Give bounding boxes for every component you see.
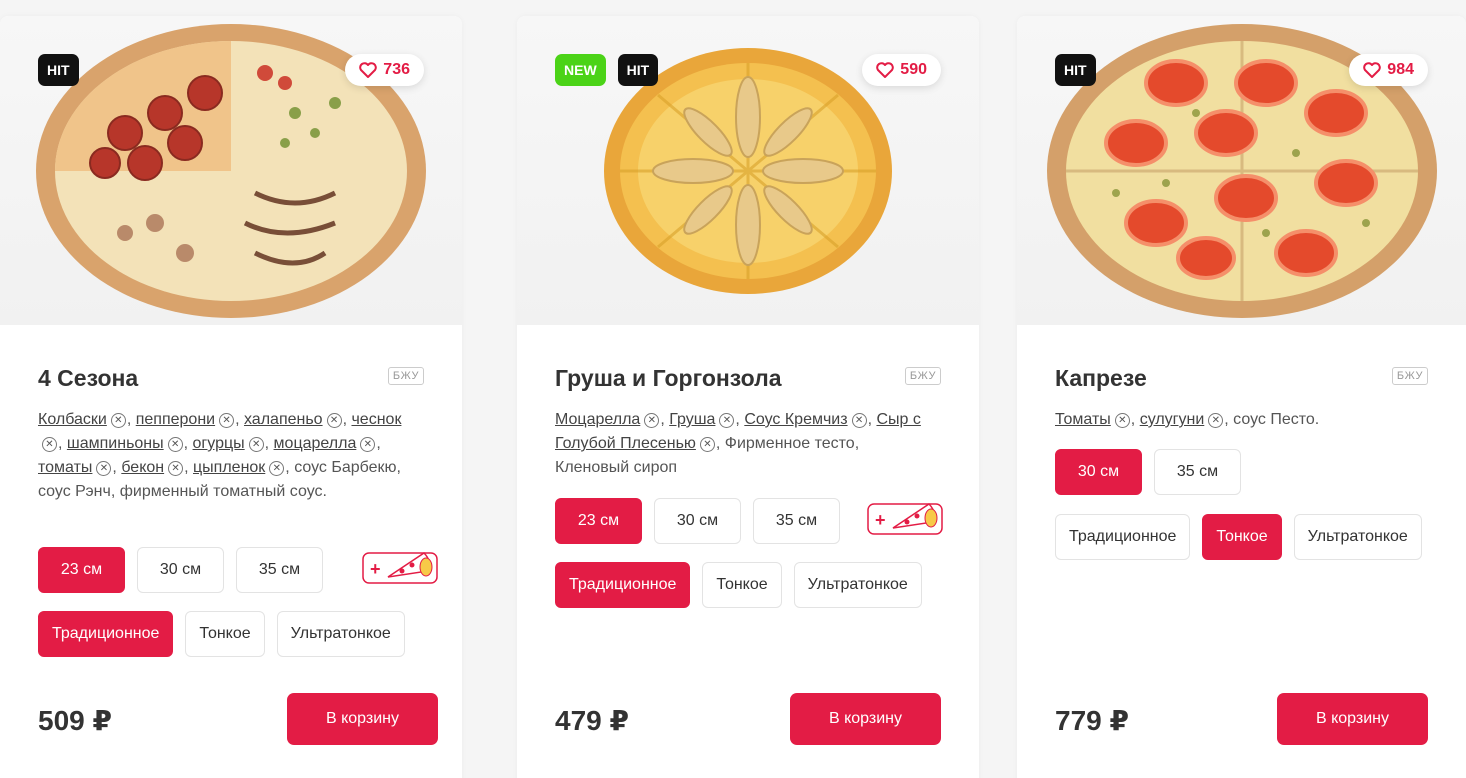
hit-badge: HIT	[38, 54, 79, 86]
price: 509 ₽	[38, 705, 112, 736]
heart-icon	[876, 62, 895, 78]
size-selector: 23 см 30 см 35 см	[38, 547, 323, 593]
dough-option-ultrathin[interactable]: Ультратонкое	[1293, 514, 1422, 560]
size-option-35[interactable]: 35 см	[236, 547, 323, 593]
svg-text:+: +	[370, 559, 381, 579]
size-option-30[interactable]: 30 см	[654, 498, 741, 544]
add-to-cart-button[interactable]: В корзину	[287, 693, 438, 745]
remove-ingredient-icon[interactable]: ✕	[1208, 413, 1224, 428]
remove-ingredient-icon[interactable]: ✕	[644, 413, 660, 428]
add-to-cart-button[interactable]: В корзину	[790, 693, 941, 745]
dough-selector: Традиционное Тонкое Ультратонкое	[555, 562, 922, 608]
dough-option-thin[interactable]: Тонкое	[1202, 514, 1282, 560]
hit-badge: HIT	[1055, 54, 1096, 86]
badges: HIT	[1055, 54, 1096, 86]
ingredients: Моцарелла ✕, Груша ✕, Соус Кремчиз ✕, Сыр с…	[555, 411, 921, 476]
remove-ingredient-icon[interactable]: ✕	[1114, 413, 1130, 428]
dough-option-thin[interactable]: Тонкое	[185, 611, 265, 657]
nutrition-button[interactable]: БЖУ	[387, 367, 424, 385]
fixed-ingredients: соус Песто.	[1233, 411, 1320, 428]
size-option-30[interactable]: 30 см	[137, 547, 224, 593]
remove-ingredient-icon[interactable]: ✕	[360, 437, 376, 452]
ingredient[interactable]: бекон	[121, 459, 164, 476]
dough-option-traditional[interactable]: Традиционное	[1055, 514, 1191, 560]
dough-selector: Традиционное Тонкое Ультратонкое	[1055, 514, 1422, 560]
price: 779 ₽	[1055, 705, 1129, 736]
new-badge: NEW	[555, 54, 606, 86]
size-option-35[interactable]: 35 см	[753, 498, 840, 544]
like-button[interactable]: 736	[345, 54, 424, 86]
add-to-cart-button[interactable]: В корзину	[1277, 693, 1428, 745]
hit-badge: HIT	[617, 54, 659, 86]
remove-ingredient-icon[interactable]: ✕	[699, 437, 715, 452]
remove-ingredient-icon[interactable]: ✕	[96, 461, 112, 476]
like-button[interactable]: 984	[1349, 54, 1428, 86]
ingredient[interactable]: пепперони	[136, 411, 215, 428]
size-selector: 23 см 30 см 35 см	[555, 498, 840, 544]
ingredient[interactable]: Томаты	[1055, 411, 1111, 428]
like-count: 590	[900, 61, 927, 78]
size-option-23[interactable]: 23 см	[38, 547, 125, 593]
badges: HIT	[38, 54, 79, 86]
ingredients: Томаты ✕, сулугуни ✕, соус Песто.	[1055, 411, 1320, 428]
size-option-30[interactable]: 30 см	[1055, 449, 1142, 495]
price: 479 ₽	[555, 705, 629, 736]
nutrition-button[interactable]: БЖУ	[904, 367, 941, 385]
product-card: NEW HIT 590 Груша и Горгонзола БЖУ Моцар…	[517, 16, 979, 778]
dough-option-ultrathin[interactable]: Ультратонкое	[276, 611, 405, 657]
ingredient[interactable]: сулугуни	[1140, 411, 1205, 428]
badges: NEW HIT	[555, 54, 659, 86]
remove-ingredient-icon[interactable]: ✕	[269, 461, 285, 476]
like-button[interactable]: 590	[862, 54, 941, 86]
product-title: Капрезе	[1055, 365, 1147, 391]
size-option-35[interactable]: 35 см	[1154, 449, 1241, 495]
product-title: Груша и Горгонзола	[555, 365, 782, 391]
ingredient[interactable]: чеснок	[351, 411, 401, 428]
remove-ingredient-icon[interactable]: ✕	[248, 437, 264, 452]
ingredient[interactable]: Моцарелла	[555, 411, 640, 428]
add-cheese-crust-icon[interactable]: +	[362, 547, 438, 589]
ingredient[interactable]: Груша	[669, 411, 715, 428]
ingredient[interactable]: цыпленок	[193, 459, 265, 476]
ingredient[interactable]: Соус Кремчиз	[744, 411, 847, 428]
dough-option-traditional[interactable]: Традиционное	[555, 562, 691, 608]
remove-ingredient-icon[interactable]: ✕	[719, 413, 735, 428]
dough-selector: Традиционное Тонкое Ультратонкое	[38, 611, 405, 657]
remove-ingredient-icon[interactable]: ✕	[168, 461, 184, 476]
product-title: 4 Сезона	[38, 365, 139, 391]
size-option-23[interactable]: 23 см	[555, 498, 642, 544]
product-card: HIT 736 4 Сезона БЖУ Колбаски ✕, пепперон…	[0, 16, 462, 778]
remove-ingredient-icon[interactable]: ✕	[167, 437, 183, 452]
ingredient[interactable]: халапеньо	[244, 411, 323, 428]
heart-icon	[1363, 62, 1382, 78]
dough-option-ultrathin[interactable]: Ультратонкое	[793, 562, 922, 608]
ingredient[interactable]: Колбаски	[38, 411, 107, 428]
remove-ingredient-icon[interactable]: ✕	[42, 437, 57, 452]
remove-ingredient-icon[interactable]: ✕	[851, 413, 867, 428]
ingredient[interactable]: огурцы	[193, 435, 245, 452]
product-photo[interactable]: HIT 736	[0, 16, 462, 325]
product-photo[interactable]: HIT 984	[1017, 16, 1466, 325]
heart-icon	[359, 62, 378, 78]
remove-ingredient-icon[interactable]: ✕	[110, 413, 126, 428]
dough-option-traditional[interactable]: Традиционное	[38, 611, 174, 657]
svg-text:+: +	[875, 510, 886, 530]
remove-ingredient-icon[interactable]: ✕	[326, 413, 342, 428]
like-count: 736	[383, 61, 410, 78]
remove-ingredient-icon[interactable]: ✕	[219, 413, 235, 428]
size-selector: 30 см 35 см	[1055, 449, 1241, 495]
ingredient[interactable]: моцарелла	[274, 435, 357, 452]
nutrition-button[interactable]: БЖУ	[1391, 367, 1428, 385]
ingredient[interactable]: томаты	[38, 459, 92, 476]
ingredient[interactable]: шампиньоны	[67, 435, 164, 452]
dough-option-thin[interactable]: Тонкое	[702, 562, 782, 608]
ingredients: Колбаски ✕, пепперони ✕, халапеньо ✕, чесно…	[38, 411, 402, 500]
product-photo[interactable]: NEW HIT 590	[517, 16, 979, 325]
like-count: 984	[1387, 61, 1414, 78]
product-card: HIT 984 Капрезе БЖУ Томаты ✕, сулугуни ✕, …	[1017, 16, 1466, 778]
add-cheese-crust-icon[interactable]: +	[867, 498, 943, 540]
